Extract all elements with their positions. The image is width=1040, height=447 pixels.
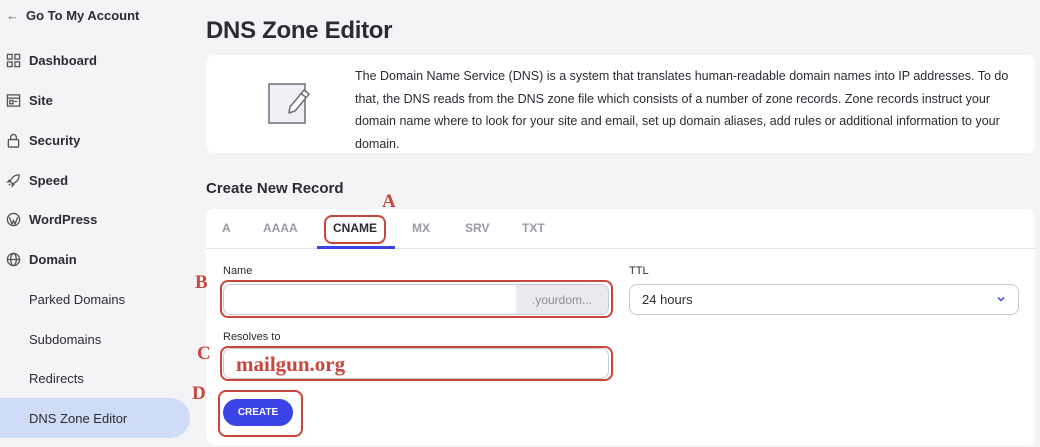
info-description: The Domain Name Service (DNS) is a syste…: [355, 69, 1009, 151]
create-record-card: A AAAA CNAME MX SRV TXT Name .yourdom...…: [206, 209, 1035, 445]
resolves-to-label: Resolves to: [223, 331, 281, 343]
active-tab-indicator: [317, 246, 395, 249]
rocket-icon: [6, 173, 21, 188]
sidebar-item-label: Domain: [29, 251, 77, 267]
info-card: The Domain Name Service (DNS) is a syste…: [206, 55, 1035, 153]
go-to-my-account-link[interactable]: ← Go To My Account: [6, 8, 139, 23]
tab-mx[interactable]: MX: [412, 221, 430, 235]
sidebar-item-site[interactable]: Site: [6, 90, 53, 110]
sidebar-subitem-label: DNS Zone Editor: [29, 410, 128, 426]
sidebar-item-label: Speed: [29, 172, 69, 188]
sidebar-item-label: Dashboard: [29, 52, 97, 68]
annotation-label-c: C: [197, 343, 211, 364]
chevron-down-icon: [997, 296, 1005, 302]
sidebar-item-label: Site: [29, 92, 53, 108]
grid-icon: [6, 53, 21, 68]
sidebar-item-label: Security: [29, 132, 81, 148]
name-label: Name: [223, 265, 253, 277]
tab-srv[interactable]: SRV: [465, 221, 489, 235]
sidebar-subitem-label: Parked Domains: [29, 291, 126, 307]
sidebar-item-security[interactable]: Security: [6, 130, 80, 150]
sidebar-subitem-dns-zone-editor[interactable]: DNS Zone Editor: [29, 408, 127, 428]
sidebar-subitem-label: Subdomains: [29, 331, 102, 347]
tab-txt[interactable]: TXT: [522, 221, 545, 235]
site-icon: [6, 93, 21, 108]
annotation-box-a: [324, 215, 386, 244]
ttl-selected-value: 24 hours: [642, 292, 693, 307]
sidebar-subitem-subdomains[interactable]: Subdomains: [29, 329, 101, 349]
sidebar-item-label: WordPress: [29, 211, 98, 227]
sidebar-item-domain[interactable]: Domain: [6, 249, 77, 269]
annotation-label-d: D: [192, 383, 206, 404]
annotation-box-c: [220, 346, 613, 381]
annotation-box-b: [220, 280, 613, 318]
tab-aaaa[interactable]: AAAA: [263, 221, 298, 235]
create-record-heading: Create New Record: [206, 180, 344, 197]
arrow-left-icon: ←: [6, 8, 19, 23]
sidebar-item-wordpress[interactable]: WordPress: [6, 209, 97, 229]
tab-a[interactable]: A: [222, 221, 231, 235]
globe-icon: [6, 252, 21, 267]
lock-icon: [6, 133, 21, 148]
sidebar-subitem-label: Redirects: [29, 370, 84, 386]
page-title: DNS Zone Editor: [206, 17, 393, 44]
ttl-select[interactable]: 24 hours: [629, 284, 1019, 315]
annotation-label-a: A: [382, 191, 396, 212]
edit-document-icon: [268, 77, 310, 125]
sidebar: ← Go To My Account Dashboard Site Securi…: [0, 0, 190, 447]
sidebar-item-dashboard[interactable]: Dashboard: [6, 50, 97, 70]
sidebar-item-speed[interactable]: Speed: [6, 170, 68, 190]
ttl-label: TTL: [629, 265, 649, 277]
back-label: Go To My Account: [26, 8, 140, 23]
sidebar-subitem-redirects[interactable]: Redirects: [29, 368, 84, 388]
annotation-box-d: [218, 390, 303, 437]
sidebar-subitem-parked-domains[interactable]: Parked Domains: [29, 289, 125, 309]
annotation-label-b: B: [195, 272, 208, 293]
wordpress-icon: [6, 212, 21, 227]
